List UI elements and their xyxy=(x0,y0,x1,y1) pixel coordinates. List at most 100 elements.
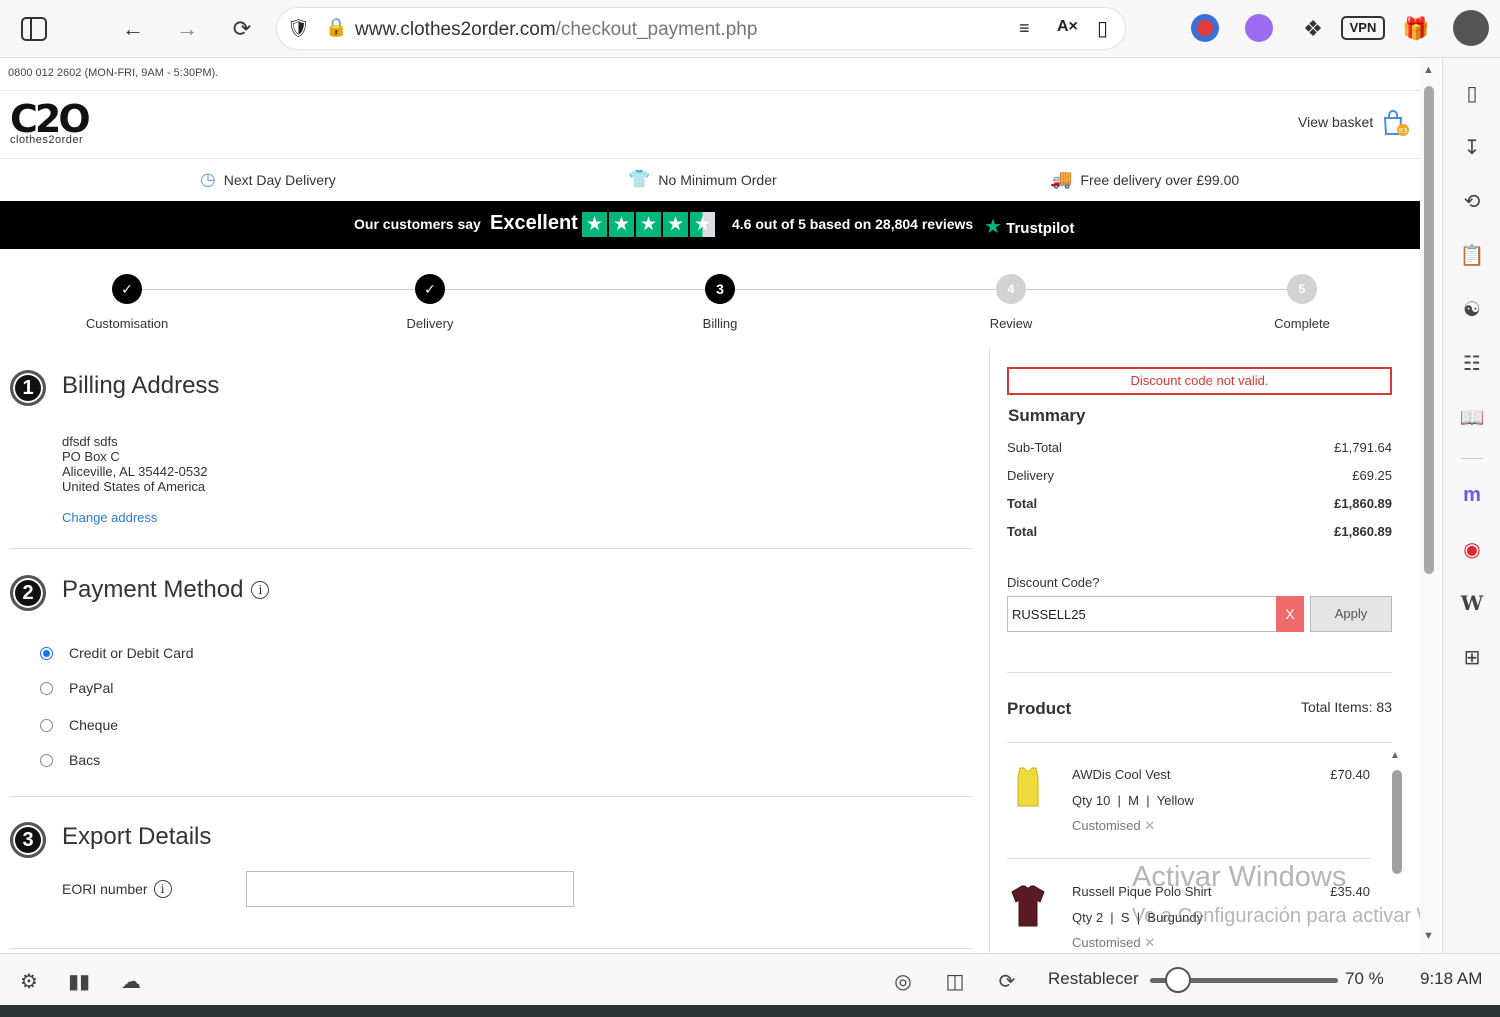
usp-free-delivery: 🚚 Free delivery over £99.00 xyxy=(1050,169,1239,190)
lock-icon[interactable]: 🔒 xyxy=(325,17,347,38)
bookmarks-icon[interactable]: ▯ xyxy=(1457,78,1487,108)
history-icon[interactable]: ⟲ xyxy=(1457,186,1487,216)
step-customisation: ✓ Customisation xyxy=(57,274,197,331)
profile-avatar[interactable] xyxy=(1453,10,1489,46)
page-actions-icon[interactable]: ⟳ xyxy=(992,966,1022,996)
page-tiling-icon[interactable]: ◫ xyxy=(940,966,970,996)
change-address-link[interactable]: Change address xyxy=(62,510,157,525)
radio[interactable] xyxy=(40,681,53,695)
remove-customisation-icon[interactable]: ✕ xyxy=(1144,818,1155,833)
summary-value: £1,860.89 xyxy=(1334,496,1392,511)
section-number-payment: 2 xyxy=(10,575,46,611)
discount-code-input[interactable]: RUSSELL25 xyxy=(1007,596,1277,632)
wikipedia-icon[interactable]: W xyxy=(1457,588,1487,618)
forward-icon[interactable]: → xyxy=(170,12,204,46)
add-panel-icon[interactable]: ⊞ xyxy=(1457,642,1487,672)
summary-value: £1,791.64 xyxy=(1334,440,1392,455)
vpn-button[interactable]: VPN xyxy=(1341,16,1385,40)
radio-selected[interactable] xyxy=(40,646,53,660)
radio[interactable] xyxy=(40,718,53,732)
zoom-value: 70 % xyxy=(1345,969,1384,988)
trustpilot-logo[interactable]: ★ Trustpilot xyxy=(984,214,1074,239)
window-panel-icon[interactable]: ☷ xyxy=(1457,348,1487,378)
downloads-icon[interactable]: ↧ xyxy=(1457,132,1487,162)
back-icon[interactable]: ← xyxy=(116,12,150,46)
product-qty: Qty 10 xyxy=(1072,793,1111,808)
gift-icon[interactable]: 🎁 xyxy=(1399,12,1433,46)
info-icon[interactable]: i xyxy=(153,880,172,898)
shield-icon[interactable]: 🛡 xyxy=(287,18,310,39)
step-number: 3 xyxy=(705,274,735,304)
url-domain: www.clothes2order.com xyxy=(355,19,556,40)
trustpilot-brand: Trustpilot xyxy=(1006,220,1075,237)
extension-purple-icon[interactable] xyxy=(1245,14,1273,42)
section-divider xyxy=(10,548,973,549)
trust-star-icon: ★ xyxy=(582,212,607,237)
radio[interactable] xyxy=(40,753,53,767)
reading-list-icon[interactable]: 📖 xyxy=(1457,402,1487,432)
scroll-up-icon[interactable]: ▲ xyxy=(1423,64,1434,76)
extensions-puzzle-icon[interactable]: ❖ xyxy=(1296,12,1330,46)
translate-icon[interactable]: A× xyxy=(1057,18,1078,36)
payment-option-paypal[interactable]: PayPal xyxy=(40,680,113,696)
extension-vivaldi-icon[interactable] xyxy=(1191,14,1219,42)
step-number: 5 xyxy=(1287,274,1317,304)
product-customised: Customised ✕ xyxy=(1072,818,1155,834)
product-size: M xyxy=(1128,793,1139,808)
mastodon-icon[interactable]: m xyxy=(1457,480,1487,510)
payment-option-card[interactable]: Credit or Debit Card xyxy=(40,645,194,661)
step-review: 4 Review xyxy=(941,274,1081,331)
check-icon: ✓ xyxy=(415,274,445,304)
browser-status-bar: ⚙ ▮▮ ☁ ◎ ◫ ⟳ Restablecer 70 % 9:18 AM xyxy=(0,953,1500,1005)
remove-customisation-icon[interactable]: ✕ xyxy=(1144,935,1155,950)
capture-icon[interactable]: ◎ xyxy=(888,966,918,996)
apply-button[interactable]: Apply xyxy=(1310,596,1392,632)
info-icon[interactable]: i xyxy=(251,581,270,599)
column-divider xyxy=(989,350,990,953)
view-basket-link[interactable]: View basket xyxy=(1298,114,1373,130)
site-logo[interactable]: C2O clothes2order xyxy=(10,98,91,146)
basket-icon[interactable]: 83 xyxy=(1380,108,1410,138)
summary-label: Total xyxy=(1007,496,1038,511)
scroll-up-icon[interactable]: ▲ xyxy=(1390,750,1400,761)
address-line: PO Box C xyxy=(62,449,120,464)
clear-discount-button[interactable]: X xyxy=(1276,596,1304,632)
product-image-polo xyxy=(1010,884,1046,933)
usp-bar: ◷ Next Day Delivery 👕 No Minimum Order 🚚 Fr… xyxy=(0,158,1420,201)
notes-icon[interactable]: 📋 xyxy=(1457,240,1487,270)
trust-say: Our customers say xyxy=(354,216,481,232)
summary-title: Summary xyxy=(1008,406,1086,425)
address-bar[interactable]: 🛡 🔒 www.clothes2order.com/checkout_payme… xyxy=(276,7,1126,50)
payment-option-cheque[interactable]: Cheque xyxy=(40,717,118,733)
scroll-down-icon[interactable]: ▼ xyxy=(1423,930,1434,942)
url-text[interactable]: www.clothes2order.com/checkout_payment.p… xyxy=(355,19,757,41)
divider xyxy=(1007,672,1392,673)
tiling-icon[interactable]: ▮▮ xyxy=(64,966,94,996)
reader-mode-icon[interactable]: ≡ xyxy=(1019,18,1030,39)
product-scroll-thumb[interactable] xyxy=(1392,770,1402,874)
address-line: dfsdf sdfs xyxy=(62,434,118,449)
zoom-reset-button[interactable]: Restablecer xyxy=(1048,969,1139,989)
bookmark-icon[interactable]: ▯ xyxy=(1097,16,1108,41)
payment-title: Payment Method xyxy=(62,576,244,603)
payment-option-label: Bacs xyxy=(69,752,101,768)
page-scrollbar[interactable]: ▲ ▼ xyxy=(1420,58,1440,953)
payment-option-bacs[interactable]: Bacs xyxy=(40,752,100,768)
summary-row-total: Total £1,860.89 xyxy=(1007,496,1392,511)
reload-icon[interactable]: ⟳ xyxy=(225,12,259,46)
zoom-slider-handle[interactable] xyxy=(1165,967,1191,993)
eori-input[interactable] xyxy=(246,871,574,907)
step-label: Customisation xyxy=(85,316,169,331)
translate-panel-icon[interactable]: ☯ xyxy=(1457,294,1487,324)
trustpilot-bar[interactable]: Our customers say Excellent ★ ★ ★ ★ ★ 4.6 ou… xyxy=(0,201,1420,249)
sidebar-toggle-icon[interactable] xyxy=(17,12,51,46)
vivaldi-icon[interactable]: ◉ xyxy=(1457,534,1487,564)
payment-option-label: Cheque xyxy=(69,717,119,733)
settings-gear-icon[interactable]: ⚙ xyxy=(14,966,44,996)
clock: 9:18 AM xyxy=(1420,969,1483,988)
basket-count: 83 xyxy=(1399,127,1408,135)
cloud-sync-icon[interactable]: ☁ xyxy=(116,966,146,996)
browser-toolbar: ← → ⟳ 🛡 🔒 www.clothes2order.com/checkout… xyxy=(0,0,1500,58)
page-scroll-thumb[interactable] xyxy=(1424,86,1434,574)
truck-icon: 🚚 xyxy=(1050,169,1073,189)
